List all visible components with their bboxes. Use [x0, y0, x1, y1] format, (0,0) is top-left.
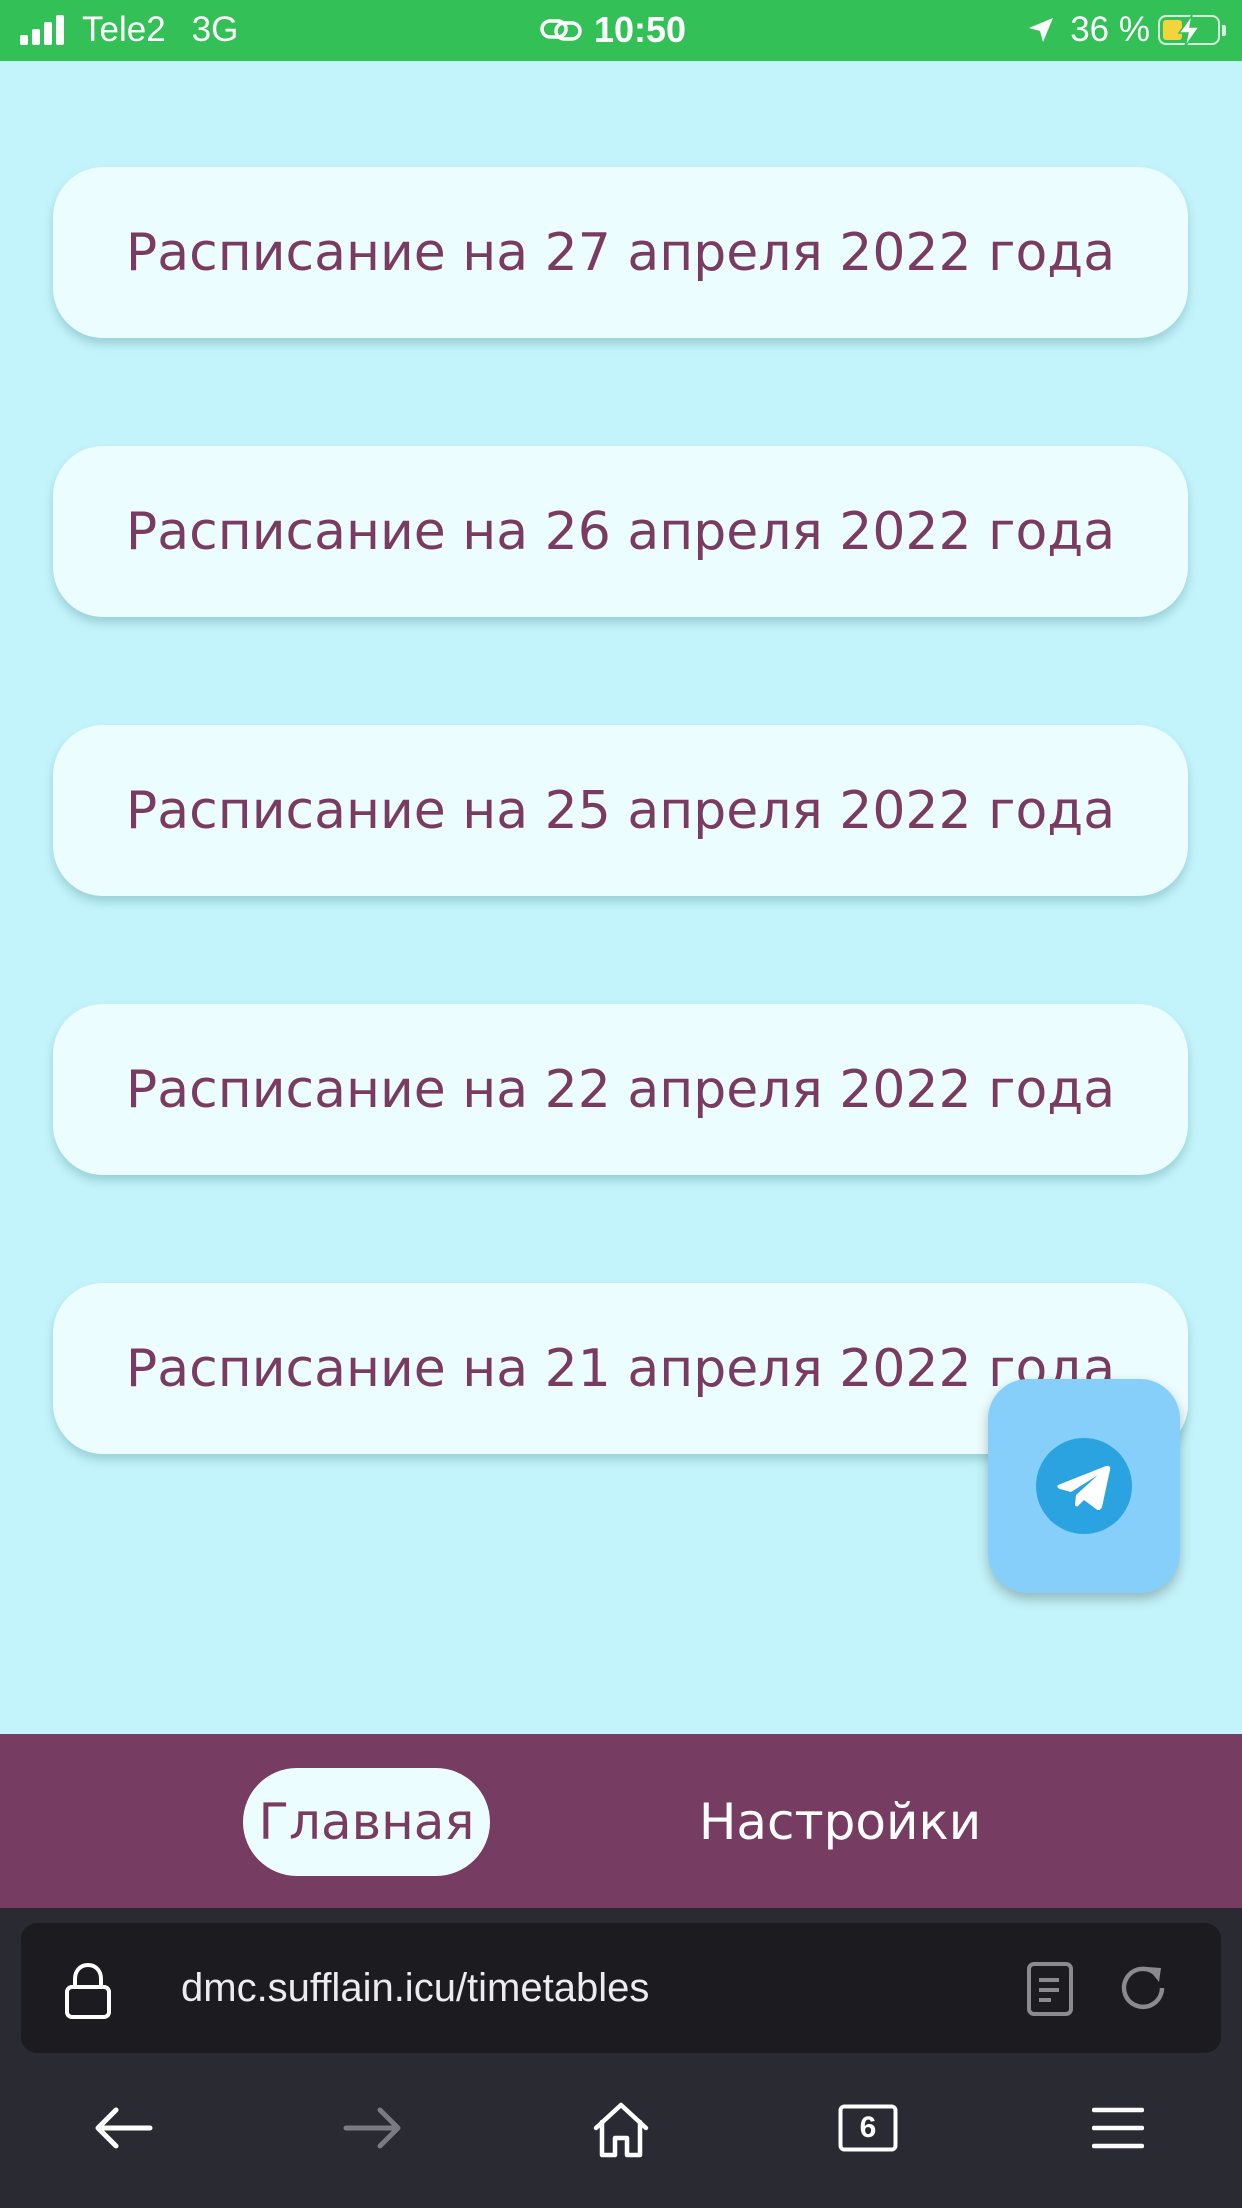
reader-mode-icon[interactable] — [1026, 1961, 1074, 2017]
signal-icon — [20, 15, 68, 45]
schedule-card-label: Расписание на 25 апреля 2022 года — [125, 780, 1116, 841]
nav-home-tab[interactable]: Главная — [243, 1768, 490, 1876]
browser-chrome: dmc.sufflain.icu/timetables 6 — [0, 1908, 1242, 2208]
url-text[interactable]: dmc.sufflain.icu/timetables — [181, 1923, 649, 2053]
schedule-card-25-april[interactable]: Расписание на 25 апреля 2022 года — [53, 725, 1188, 896]
status-center: 10:50 — [540, 8, 686, 52]
link-icon — [540, 19, 582, 41]
location-arrow-icon — [1029, 18, 1054, 42]
status-right: 36 % — [1026, 8, 1226, 52]
tabs-button[interactable]: 6 — [838, 2104, 898, 2152]
schedule-card-27-april[interactable]: Расписание на 27 апреля 2022 года — [53, 167, 1188, 338]
network-type: 3G — [191, 10, 239, 49]
app-bottom-nav: Главная Настройки — [0, 1734, 1242, 1908]
clock: 10:50 — [594, 9, 687, 50]
nav-settings-tab[interactable]: Настройки — [660, 1768, 1020, 1876]
schedule-card-label: Расписание на 26 апреля 2022 года — [125, 501, 1116, 562]
home-icon[interactable] — [591, 2100, 651, 2160]
battery-percentage: 36 % — [1070, 10, 1150, 49]
bolt-icon — [1177, 14, 1201, 48]
reload-icon[interactable] — [1114, 1959, 1172, 2017]
lock-icon — [65, 1962, 111, 2019]
schedule-card-label: Расписание на 21 апреля 2022 года — [125, 1338, 1116, 1399]
address-bar[interactable]: dmc.sufflain.icu/timetables — [21, 1923, 1221, 2053]
schedule-card-label: Расписание на 22 апреля 2022 года — [125, 1059, 1116, 1120]
battery-charging-icon — [1158, 14, 1220, 48]
status-bar: Tele2 3G 10:50 36 % — [0, 0, 1242, 61]
back-arrow-icon[interactable] — [92, 2104, 154, 2152]
menu-icon[interactable] — [1092, 2106, 1144, 2150]
schedule-card-label: Расписание на 27 апреля 2022 года — [125, 222, 1116, 283]
telegram-icon — [1036, 1438, 1132, 1534]
schedule-card-22-april[interactable]: Расписание на 22 апреля 2022 года — [53, 1004, 1188, 1175]
telegram-fab-button[interactable] — [988, 1379, 1180, 1593]
nav-settings-label: Настройки — [698, 1793, 982, 1851]
battery-cap — [1222, 24, 1226, 36]
schedule-card-26-april[interactable]: Расписание на 26 апреля 2022 года — [53, 446, 1188, 617]
tabs-count: 6 — [859, 2111, 877, 2144]
status-left: Tele2 3G — [20, 8, 238, 52]
forward-arrow-icon[interactable] — [342, 2104, 404, 2152]
nav-home-label: Главная — [258, 1793, 475, 1851]
carrier-name: Tele2 — [82, 10, 166, 49]
